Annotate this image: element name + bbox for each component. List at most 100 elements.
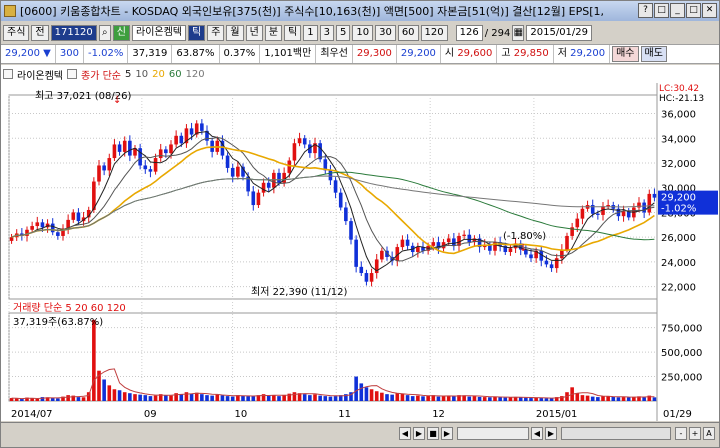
candle: [251, 191, 256, 206]
stop-button[interactable]: ■: [427, 427, 439, 440]
chart-area[interactable]: 22,00024,00026,00028,00030,00032,00034,0…: [1, 83, 719, 421]
volume-value: 37,319: [128, 45, 173, 63]
candle: [148, 169, 153, 172]
zoom-right-button[interactable]: ▶: [545, 427, 557, 440]
scroll-right-button[interactable]: ▶: [413, 427, 425, 440]
zoom-out-button[interactable]: -: [675, 427, 687, 440]
price-tick-label: 36,000: [661, 110, 696, 121]
candle: [652, 193, 657, 198]
calendar-icon[interactable]: ▦: [512, 25, 525, 41]
play-button[interactable]: ▶: [441, 427, 453, 440]
candle: [112, 144, 117, 159]
candle: [354, 239, 358, 267]
volume-bar: [122, 392, 127, 401]
sell-button[interactable]: 매도: [640, 46, 667, 62]
price-tick-label: 34,000: [661, 134, 696, 145]
volume-bar: [590, 396, 595, 401]
candle: [50, 223, 55, 233]
interval-30[interactable]: 30: [375, 25, 396, 41]
ma-20-label: 20: [152, 68, 165, 80]
chart-checkbox[interactable]: [3, 69, 13, 79]
lc-label: LC:30.42: [659, 84, 699, 94]
open-price: 시 29,600: [441, 45, 498, 63]
candle: [606, 205, 610, 207]
candle: [153, 158, 158, 172]
volume-bar: [426, 395, 430, 401]
period-week-tab[interactable]: 주: [207, 25, 225, 41]
ma-120-line: [11, 175, 655, 238]
chart-svg[interactable]: 22,00024,00026,00028,00030,00032,00034,0…: [1, 83, 719, 421]
volume-bar: [369, 389, 374, 401]
prev-button[interactable]: 전: [31, 25, 49, 41]
close-button[interactable]: ✕: [702, 3, 717, 18]
candle: [359, 266, 364, 274]
buy-button[interactable]: 매수: [612, 46, 639, 62]
ma-checkbox[interactable]: [67, 69, 77, 79]
total-count: / 294: [484, 27, 511, 39]
candle: [35, 222, 40, 227]
volume-bar: [374, 391, 379, 401]
volume-bar: [143, 395, 148, 401]
minimize-button[interactable]: _: [670, 3, 685, 18]
low-price: 저 29,200: [554, 45, 611, 63]
chart-stock-name: 라이온켐텍: [17, 70, 63, 82]
app-icon: [4, 5, 16, 17]
volume-bar: [436, 396, 441, 401]
candle: [333, 180, 338, 193]
candle: [261, 182, 266, 193]
volume-bar: [333, 396, 338, 401]
signal-button[interactable]: 신: [112, 25, 130, 41]
help-button[interactable]: ?: [638, 3, 653, 18]
volume-bar: [400, 393, 405, 401]
period-minute-tab[interactable]: 분: [264, 25, 283, 41]
period-tick2-tab[interactable]: 틱: [284, 25, 302, 41]
restore-button[interactable]: □: [654, 3, 669, 18]
period-month-tab[interactable]: 월: [226, 25, 244, 41]
volume-bar: [529, 398, 533, 401]
volume-bar: [102, 379, 106, 401]
count-input[interactable]: 126: [455, 25, 483, 41]
volume-bar: [50, 398, 55, 401]
volume-bar: [169, 395, 173, 401]
auto-scale-button[interactable]: A: [703, 427, 715, 440]
interval-120[interactable]: 120: [420, 25, 448, 41]
candle: [277, 172, 281, 183]
candle: [580, 208, 585, 219]
ma-10-label: 10: [135, 68, 149, 80]
volume-bar: [66, 395, 70, 401]
volume-bar: [364, 387, 369, 401]
scroll-track[interactable]: [457, 427, 529, 440]
volume-bar: [405, 395, 410, 401]
candle: [508, 248, 513, 253]
candle: [369, 273, 374, 282]
search-icon[interactable]: ⌕: [98, 25, 111, 41]
volume-legend-label: 거래량 단순 5 20 60 120: [13, 302, 126, 314]
candle: [287, 160, 292, 173]
candle: [575, 218, 580, 228]
zoom-in-button[interactable]: +: [689, 427, 701, 440]
candle: [344, 207, 348, 222]
interval-1[interactable]: 1: [303, 25, 318, 41]
stock-type-dropdown[interactable]: 주식: [3, 25, 30, 41]
tool-icons[interactable]: [561, 427, 671, 440]
period-year-tab[interactable]: 년: [245, 25, 263, 41]
zoom-left-button[interactable]: ◀: [531, 427, 543, 440]
stock-code-input[interactable]: 171120: [50, 25, 97, 41]
date-input[interactable]: 2015/01/29: [526, 25, 593, 41]
volume-bar: [266, 395, 271, 401]
volume-bar: [138, 394, 142, 401]
candle: [225, 155, 230, 168]
volume-bar: [148, 396, 153, 401]
interval-10[interactable]: 10: [352, 25, 374, 41]
volume-bar: [488, 397, 492, 401]
candle: [76, 212, 81, 222]
volume-bar: [277, 396, 281, 401]
interval-3[interactable]: 3: [319, 25, 334, 41]
interval-60[interactable]: 60: [397, 25, 419, 41]
period-tick-tab[interactable]: 틱: [188, 25, 206, 41]
scroll-left-button[interactable]: ◀: [399, 427, 411, 440]
volume-bar: [616, 397, 621, 401]
interval-5[interactable]: 5: [335, 25, 351, 41]
maximize-button[interactable]: □: [686, 3, 701, 18]
volume-bar: [503, 397, 508, 401]
